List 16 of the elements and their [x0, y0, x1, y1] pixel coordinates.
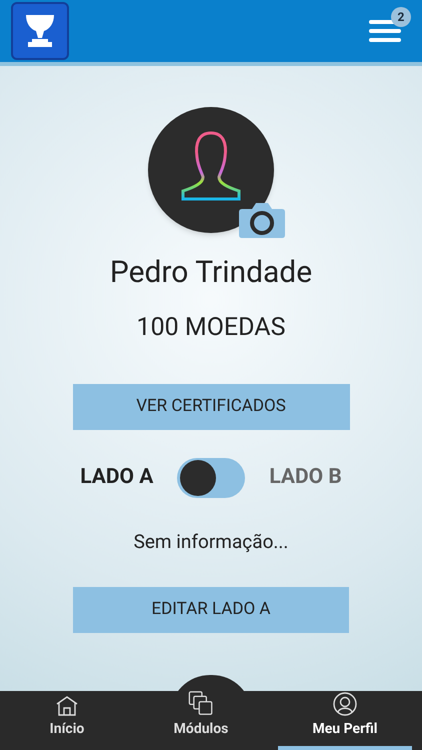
side-toggle[interactable]: [177, 458, 246, 498]
nav-tab[interactable]: Início: [0, 691, 134, 750]
camera-icon[interactable]: [238, 201, 286, 239]
side-a-label: LADO A: [80, 464, 154, 492]
nav-tab[interactable]: Módulos: [134, 691, 268, 750]
home-icon: [56, 696, 78, 716]
profile-name: Pedro Trindade: [110, 254, 312, 292]
user-icon: [333, 692, 357, 716]
info-text: Sem informação...: [134, 529, 288, 555]
coin-count: 100 MOEDAS: [136, 312, 286, 344]
nav-tab[interactable]: Meu Perfil: [278, 691, 412, 750]
side-b-label: LADO B: [269, 464, 342, 492]
edit-button[interactable]: EDITAR LADO A: [73, 586, 349, 632]
notification-badge: 2: [391, 7, 411, 27]
trophy-logo-icon[interactable]: [11, 2, 69, 60]
certificates-button[interactable]: VER CERTIFICADOS: [72, 384, 350, 430]
